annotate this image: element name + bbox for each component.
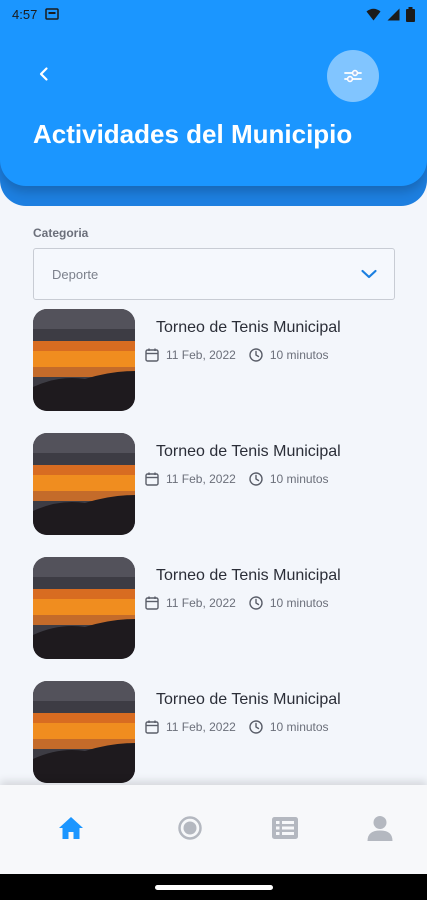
calendar-icon [144, 347, 160, 363]
activity-thumbnail [33, 681, 135, 783]
activity-duration: 10 minutos [269, 472, 329, 486]
status-time: 4:57 [12, 6, 38, 22]
nav-list[interactable] [268, 811, 302, 845]
profile-icon [367, 816, 393, 841]
category-value: Deporte [52, 266, 99, 282]
activity-duration: 10 minutos [269, 596, 329, 610]
activity-meta: 11 Feb, 2022 10 minutos [144, 347, 329, 363]
activity-item[interactable]: Torneo de Tenis Municipal 11 Feb, 2022 1… [33, 433, 395, 537]
activity-date: 11 Feb, 2022 [166, 720, 236, 734]
status-bar: 4:57 [0, 0, 427, 28]
page-title: Actividades del Municipio [33, 119, 353, 149]
category-select[interactable]: Deporte [33, 248, 395, 300]
activity-date: 11 Feb, 2022 [166, 472, 236, 486]
nav-home[interactable] [54, 811, 88, 845]
activity-duration: 10 minutos [269, 348, 329, 362]
back-button[interactable] [30, 60, 58, 88]
calendar-icon [144, 595, 160, 611]
filter-button[interactable] [327, 50, 379, 102]
activity-date: 11 Feb, 2022 [166, 348, 236, 362]
activity-thumbnail [33, 557, 135, 659]
activity-item[interactable]: Torneo de Tenis Municipal 11 Feb, 2022 1… [33, 309, 395, 413]
activity-title: Torneo de Tenis Municipal [156, 319, 341, 336]
activity-date: 11 Feb, 2022 [166, 596, 236, 610]
wifi-icon [366, 8, 381, 20]
activity-item[interactable]: Torneo de Tenis Municipal 11 Feb, 2022 1… [33, 681, 395, 785]
activity-title: Torneo de Tenis Municipal [156, 691, 341, 708]
activity-meta: 11 Feb, 2022 10 minutos [144, 471, 329, 487]
calendar-icon [144, 719, 160, 735]
sliders-icon [344, 69, 362, 83]
nav-profile[interactable] [363, 811, 397, 845]
activity-item[interactable]: Torneo de Tenis Municipal 11 Feb, 2022 1… [33, 557, 395, 661]
activity-thumbnail [33, 309, 135, 411]
chevron-down-icon [360, 268, 378, 280]
chevron-left-icon [39, 67, 48, 81]
clock-icon [248, 719, 264, 735]
gesture-bar [0, 874, 427, 900]
activity-meta: 11 Feb, 2022 10 minutos [144, 595, 329, 611]
clock-icon [248, 471, 264, 487]
list-icon [272, 817, 298, 839]
clock-icon [248, 347, 264, 363]
home-icon [59, 817, 83, 839]
activity-title: Torneo de Tenis Municipal [156, 567, 341, 584]
battery-icon [406, 6, 415, 22]
activity-meta: 11 Feb, 2022 10 minutos [144, 719, 329, 735]
clock-icon [248, 595, 264, 611]
gesture-handle[interactable] [155, 885, 273, 890]
activity-duration: 10 minutos [269, 720, 329, 734]
calendar-icon [144, 471, 160, 487]
category-label: Categoria [33, 226, 89, 240]
nav-location[interactable] [173, 811, 207, 845]
activity-thumbnail [33, 433, 135, 535]
location-icon [178, 816, 202, 840]
bottom-nav [0, 785, 427, 874]
notification-icon [45, 8, 60, 20]
activity-title: Torneo de Tenis Municipal [156, 443, 341, 460]
signal-icon [387, 8, 400, 20]
